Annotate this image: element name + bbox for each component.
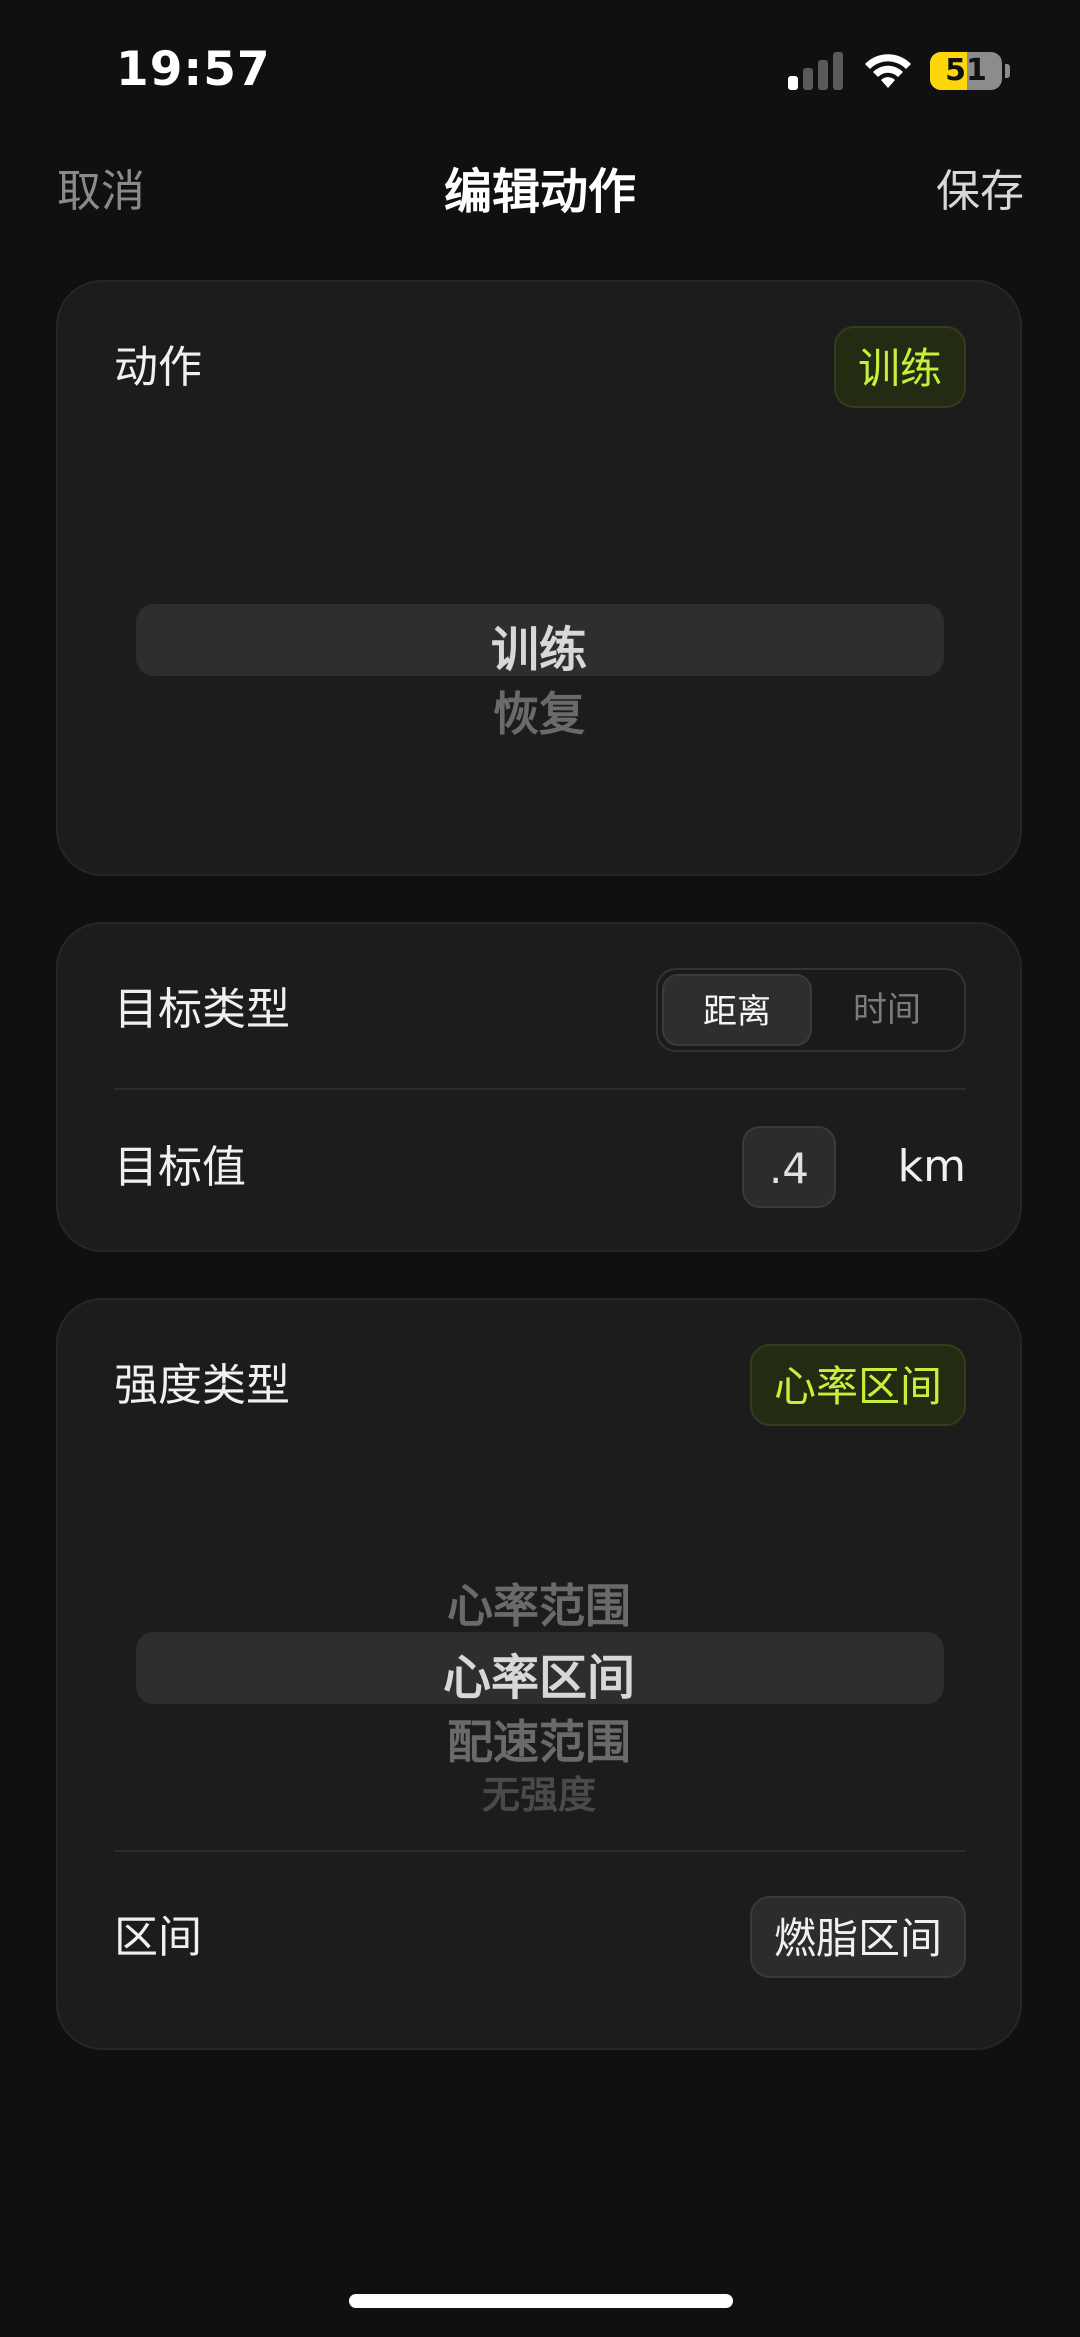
target-value-input[interactable]: .4 — [742, 1126, 836, 1208]
intensity-type-label: 强度类型 — [114, 1360, 290, 1411]
picker-option-pace-range[interactable]: 配速范围 — [58, 1706, 1020, 1772]
action-label: 动作 — [114, 342, 202, 393]
action-picker[interactable]: 训练 恢复 — [58, 582, 1020, 742]
cancel-button[interactable]: 取消 — [57, 160, 145, 224]
action-value-pill[interactable]: 训练 — [833, 326, 966, 408]
target-card: 目标类型 距离 时间 目标值 .4 km — [56, 922, 1022, 1252]
divider — [114, 1850, 966, 1852]
picker-option-hr-range[interactable]: 心率范围 — [58, 1570, 1020, 1636]
divider — [114, 1088, 966, 1090]
intensity-card: 强度类型 心率区间 心率范围 心率区间 配速范围 无强度 区间 燃脂区间 — [56, 1298, 1022, 2050]
wifi-icon — [865, 54, 911, 88]
save-button[interactable]: 保存 — [936, 160, 1024, 224]
cellular-signal-icon — [788, 52, 846, 90]
picker-option-recovery[interactable]: 恢复 — [58, 678, 1020, 744]
target-value-label: 目标值 — [114, 1142, 246, 1193]
battery-icon: 51 — [930, 52, 1002, 90]
status-time: 19:57 — [116, 42, 271, 97]
picker-option-no-intensity[interactable]: 无强度 — [58, 1764, 1020, 1819]
battery-cap — [1005, 64, 1010, 78]
segment-distance[interactable]: 距离 — [662, 974, 812, 1046]
intensity-value-pill[interactable]: 心率区间 — [749, 1344, 966, 1426]
intensity-picker[interactable]: 心率范围 心率区间 配速范围 无强度 — [58, 1550, 1020, 1820]
action-card: 动作 训练 训练 恢复 — [56, 280, 1022, 876]
target-unit: km — [897, 1141, 966, 1192]
zone-value-pill[interactable]: 燃脂区间 — [749, 1896, 966, 1978]
target-type-label: 目标类型 — [114, 984, 290, 1035]
zone-label: 区间 — [114, 1912, 202, 1963]
battery-level: 51 — [945, 53, 987, 88]
page-title: 编辑动作 — [443, 164, 636, 220]
target-type-segmented-control[interactable]: 距离 时间 — [656, 968, 966, 1052]
status-bar: 19:57 51 — [0, 0, 1080, 140]
home-indicator[interactable] — [349, 2294, 733, 2308]
picker-option-train[interactable]: 训练 — [58, 610, 1020, 680]
segment-time[interactable]: 时间 — [812, 974, 962, 1046]
picker-option-hr-zone[interactable]: 心率区间 — [58, 1638, 1020, 1708]
